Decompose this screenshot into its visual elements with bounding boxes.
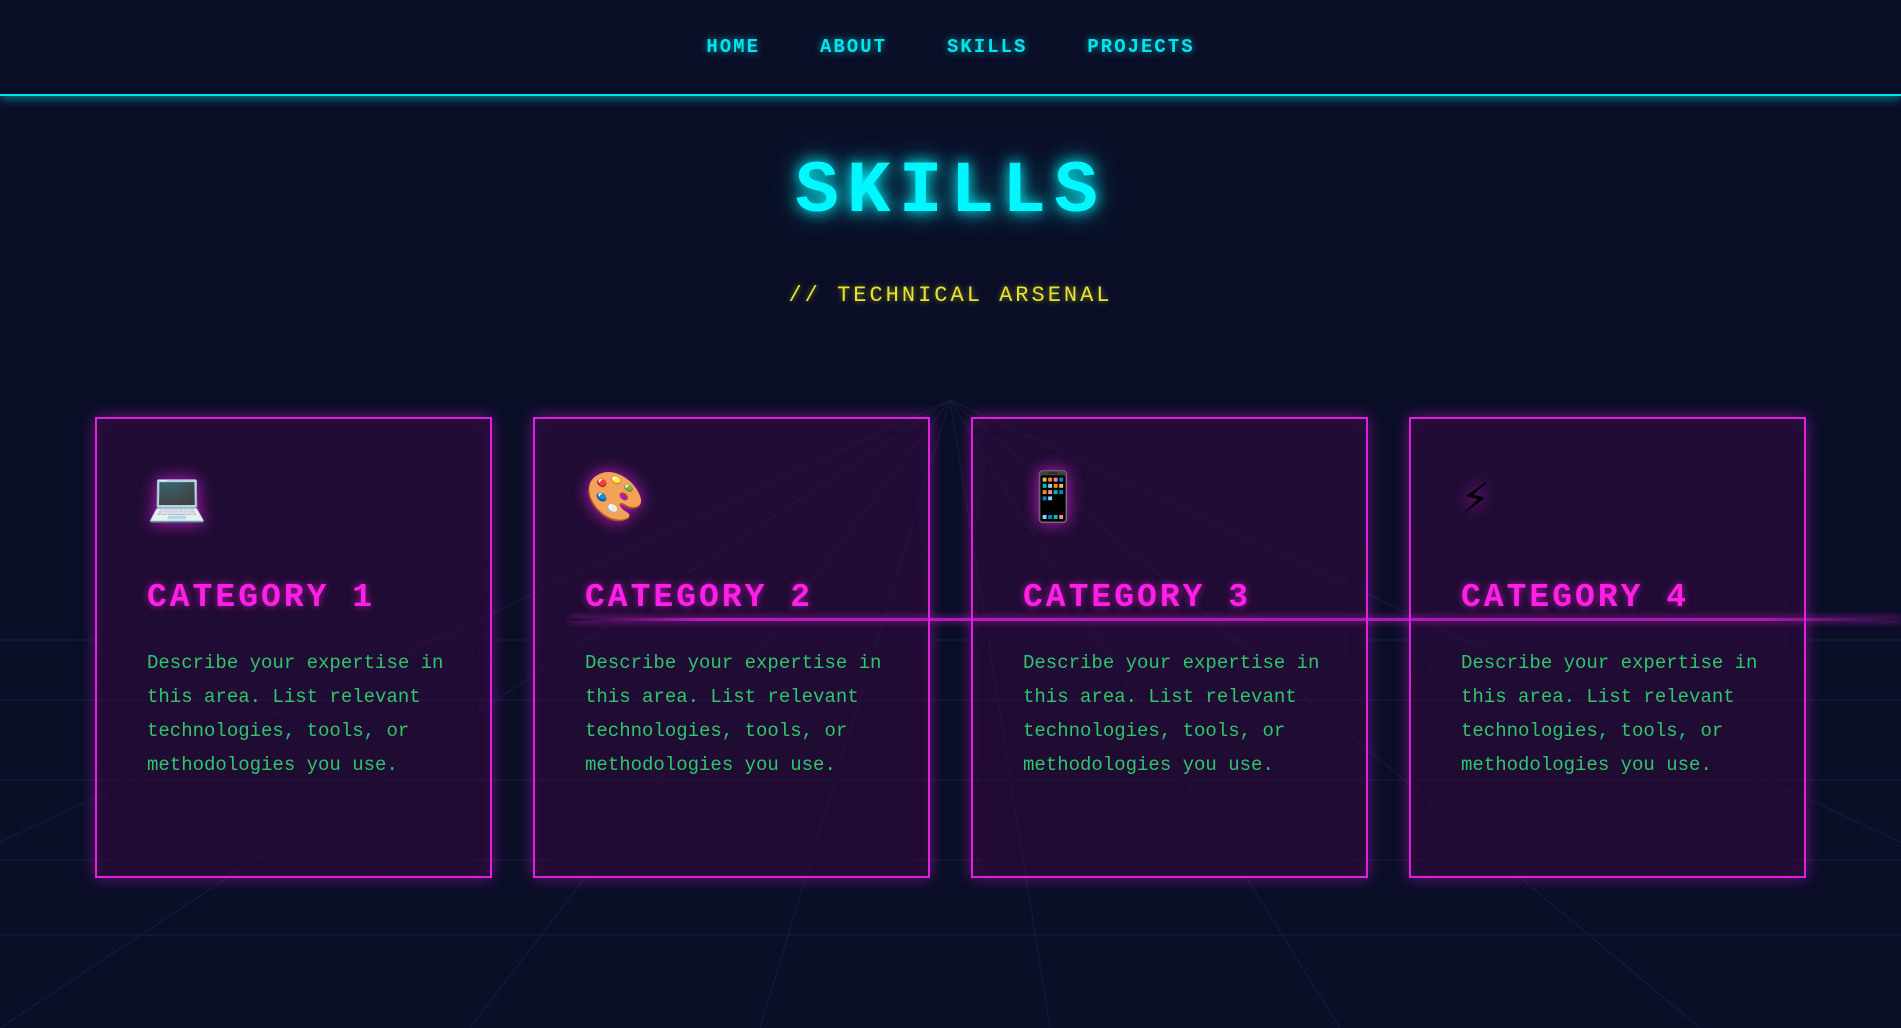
skill-card-4: ⚡ CATEGORY 4 Describe your expertise in … <box>1409 417 1806 878</box>
lightning-icon: ⚡ <box>1461 474 1490 528</box>
card-title: CATEGORY 4 <box>1461 579 1690 616</box>
nav-link-projects[interactable]: PROJECTS <box>1087 36 1194 58</box>
skill-card-3: 📱 CATEGORY 3 Describe your expertise in … <box>971 417 1368 878</box>
card-title: CATEGORY 1 <box>147 579 376 616</box>
skill-card-1: 💻 CATEGORY 1 Describe your expertise in … <box>95 417 492 878</box>
top-navigation: HOME ABOUT SKILLS PROJECTS <box>0 0 1901 96</box>
card-description: Describe your expertise in this area. Li… <box>585 652 882 776</box>
card-description: Describe your expertise in this area. Li… <box>147 652 444 776</box>
skill-card-2: 🎨 CATEGORY 2 Describe your expertise in … <box>533 417 930 878</box>
skills-card-grid: 💻 CATEGORY 1 Describe your expertise in … <box>95 417 1806 878</box>
palette-icon: 🎨 <box>585 474 645 528</box>
laptop-icon: 💻 <box>147 474 207 528</box>
nav-link-skills[interactable]: SKILLS <box>947 36 1027 58</box>
card-title: CATEGORY 3 <box>1023 579 1252 616</box>
card-description: Describe your expertise in this area. Li… <box>1023 652 1320 776</box>
page-title: SKILLS <box>795 150 1106 233</box>
nav-link-home[interactable]: HOME <box>706 36 760 58</box>
card-description: Describe your expertise in this area. Li… <box>1461 652 1758 776</box>
page-subtitle: // TECHNICAL ARSENAL <box>788 283 1113 308</box>
nav-link-about[interactable]: ABOUT <box>820 36 887 58</box>
card-title: CATEGORY 2 <box>585 579 814 616</box>
mobile-phone-icon: 📱 <box>1023 474 1083 528</box>
